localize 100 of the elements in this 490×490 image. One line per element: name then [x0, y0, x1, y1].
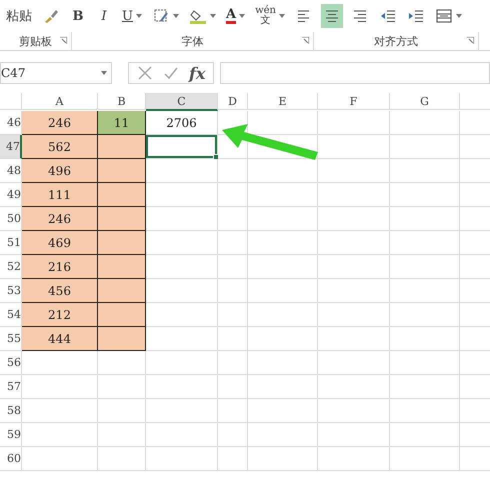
table-cell — [390, 423, 460, 447]
table-cell — [318, 423, 390, 447]
row-header[interactable]: 58 — [0, 399, 22, 423]
table-cell — [318, 183, 390, 207]
table-cell — [248, 327, 318, 351]
table-cell — [318, 447, 390, 471]
row-header[interactable]: 48 — [0, 159, 22, 183]
row-header[interactable]: 51 — [0, 231, 22, 255]
row-header[interactable]: 49 — [0, 183, 22, 207]
table-cell — [218, 327, 248, 351]
table-cell — [318, 207, 390, 231]
table-cell — [248, 447, 318, 471]
row-header[interactable]: 56 — [0, 351, 22, 375]
table-cell: 2706 — [146, 111, 218, 135]
table-cell — [318, 375, 390, 399]
table-cell — [98, 375, 146, 399]
table-cell — [318, 303, 390, 327]
row-header[interactable]: 59 — [0, 423, 22, 447]
column-header[interactable]: B — [98, 93, 146, 110]
table-cell — [390, 447, 460, 471]
table-cell — [248, 207, 318, 231]
table-cell — [218, 351, 248, 375]
table-cell — [318, 231, 390, 255]
table-cell — [390, 327, 460, 351]
table-cell — [390, 255, 460, 279]
group-label: 字体 — [182, 34, 204, 48]
table-cell — [98, 351, 146, 375]
column-header[interactable]: C — [146, 93, 218, 111]
caret-icon — [278, 14, 285, 18]
table-cell — [218, 447, 248, 471]
table-cell — [98, 423, 146, 447]
column-header[interactable]: G — [390, 93, 460, 110]
row-header[interactable]: 55 — [0, 327, 22, 351]
row-header[interactable]: 60 — [0, 447, 22, 471]
table-cell — [248, 255, 318, 279]
table-cell — [218, 399, 248, 423]
table-cell — [146, 399, 218, 423]
table-cell — [248, 183, 318, 207]
table-cell — [390, 399, 460, 423]
table-cell — [248, 423, 318, 447]
table-cell — [248, 303, 318, 327]
dialog-launcher-icon[interactable] — [60, 37, 67, 44]
caret-icon — [136, 14, 142, 18]
table-cell — [248, 231, 318, 255]
table-cell — [390, 183, 460, 207]
row-header[interactable]: 46 — [0, 111, 22, 135]
table-cell: 216 — [22, 255, 98, 279]
phonetic-button[interactable]: wén 文 — [253, 4, 287, 28]
caret-icon — [101, 71, 107, 75]
check-icon[interactable] — [163, 65, 179, 81]
paste-button[interactable]: 粘贴 — [4, 4, 34, 28]
caret-icon — [456, 14, 462, 18]
cancel-icon[interactable] — [137, 65, 153, 81]
table-cell: 246 — [22, 207, 98, 231]
row-header[interactable]: 53 — [0, 279, 22, 303]
column-header[interactable]: A — [22, 93, 98, 110]
name-box[interactable]: C47 — [0, 62, 112, 84]
table-cell — [390, 159, 460, 183]
font-color-button[interactable]: A — [224, 4, 248, 28]
table-cell — [218, 423, 248, 447]
table-cell — [248, 375, 318, 399]
row-header[interactable]: 54 — [0, 303, 22, 327]
table-cell — [318, 255, 390, 279]
table-cell: 456 — [22, 279, 98, 303]
table-cell — [390, 111, 460, 135]
formula-input[interactable] — [220, 62, 490, 84]
table-cell — [318, 135, 390, 159]
row-header[interactable]: 47 — [0, 135, 22, 159]
insert-function-button[interactable]: fx — [189, 64, 206, 82]
table-cell: 469 — [22, 231, 98, 255]
dialog-launcher-icon[interactable] — [302, 37, 309, 44]
table-cell — [218, 255, 248, 279]
italic-button[interactable]: I — [94, 4, 114, 28]
table-cell — [390, 279, 460, 303]
group-label: 剪贴板 — [19, 34, 52, 48]
row-header[interactable]: 52 — [0, 255, 22, 279]
caret-icon — [210, 14, 216, 18]
column-header[interactable]: D — [218, 93, 248, 110]
table-cell — [390, 135, 460, 159]
table-cell — [248, 399, 318, 423]
dialog-launcher-icon[interactable] — [467, 37, 474, 44]
table-cell — [390, 375, 460, 399]
table-cell — [218, 231, 248, 255]
table-cell — [248, 351, 318, 375]
table-cell — [318, 111, 390, 135]
column-header[interactable]: F — [318, 93, 390, 110]
table-cell — [318, 399, 390, 423]
row-header[interactable]: 50 — [0, 207, 22, 231]
table-cell — [390, 207, 460, 231]
table-cell — [390, 351, 460, 375]
table-cell — [146, 351, 218, 375]
table-cell: 444 — [22, 327, 98, 351]
bold-button[interactable]: B — [68, 4, 88, 28]
align-center-button[interactable] — [320, 4, 343, 28]
table-cell — [318, 279, 390, 303]
row-header[interactable]: 57 — [0, 375, 22, 399]
table-cell — [318, 327, 390, 351]
underline-button[interactable]: U — [120, 4, 144, 28]
table-cell — [218, 207, 248, 231]
column-header[interactable]: E — [248, 93, 318, 110]
